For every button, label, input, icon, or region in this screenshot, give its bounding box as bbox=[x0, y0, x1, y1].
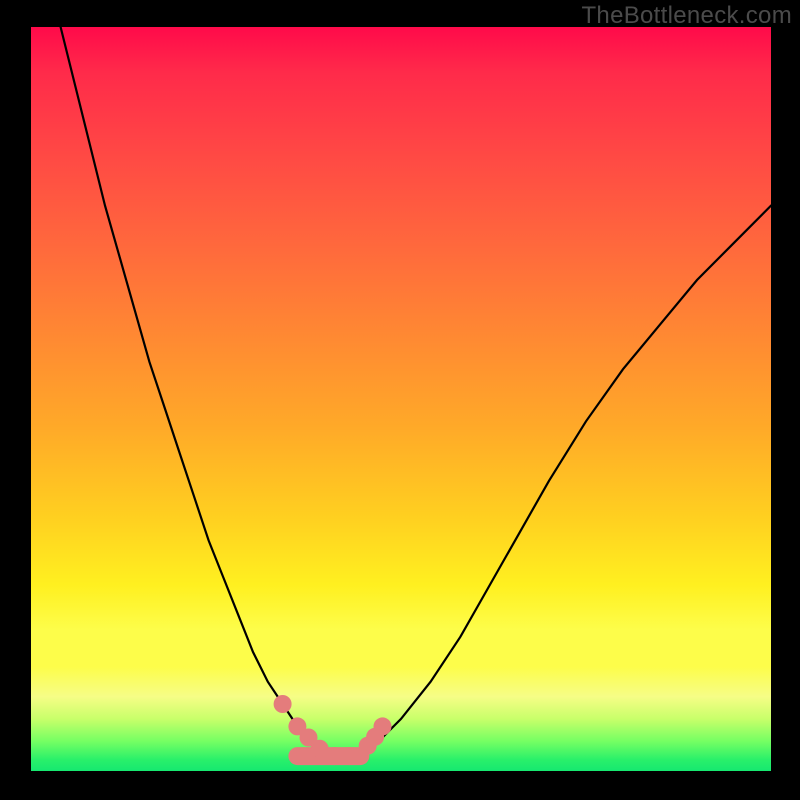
chart-frame: TheBottleneck.com bbox=[0, 0, 800, 800]
plot-area bbox=[31, 27, 771, 771]
watermark-text: TheBottleneck.com bbox=[581, 2, 792, 30]
